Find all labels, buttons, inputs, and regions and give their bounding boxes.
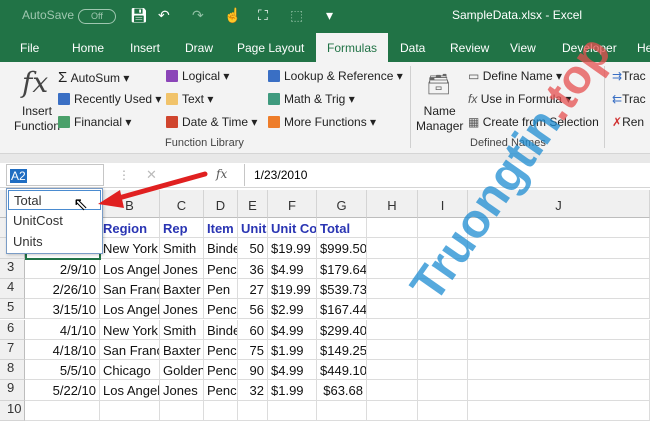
annotation-arrow xyxy=(98,171,208,208)
mouse-cursor-icon: ⇖ xyxy=(73,194,89,214)
